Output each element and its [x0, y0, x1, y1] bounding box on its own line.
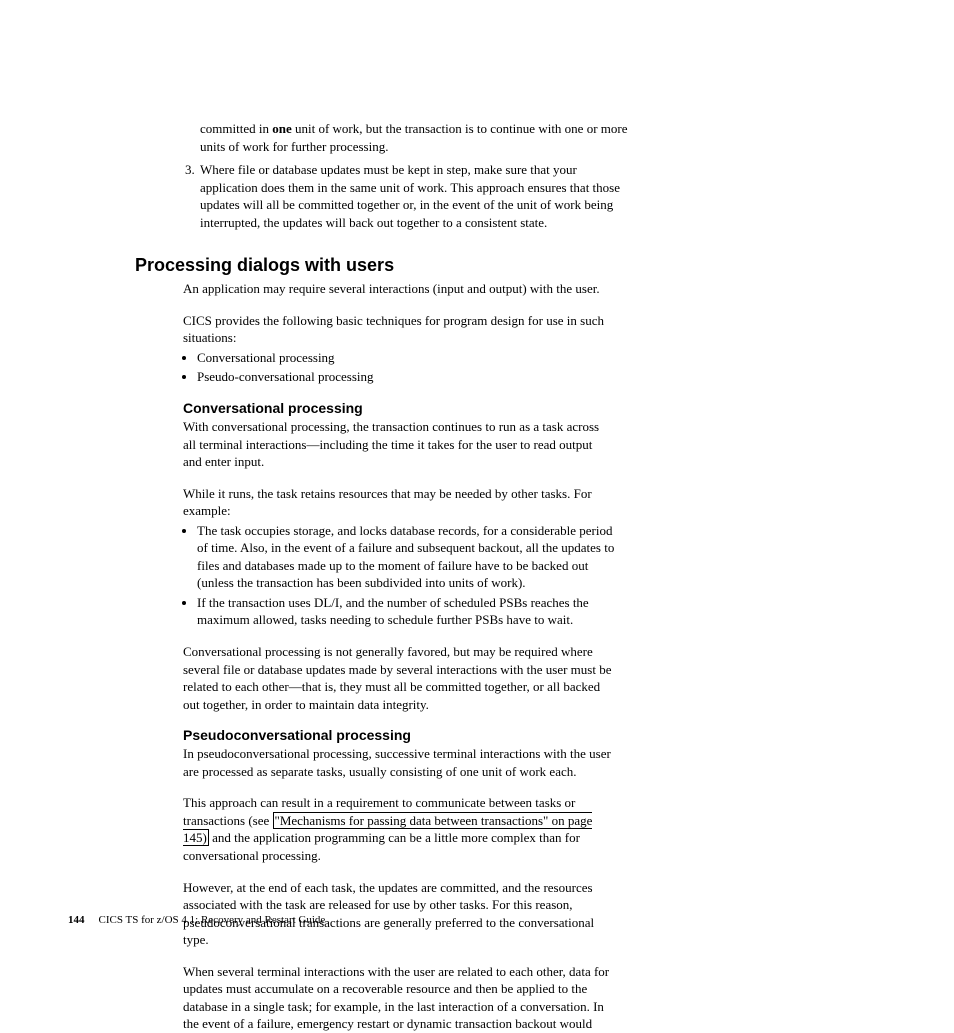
- document-page: committed in one unit of work, but the t…: [0, 0, 954, 954]
- subheading-conversational: Conversational processing: [183, 400, 814, 416]
- bold-text: one: [272, 121, 292, 136]
- list-item: The task occupies storage, and locks dat…: [197, 522, 617, 592]
- list-item: Conversational processing: [197, 349, 617, 367]
- paragraph: While it runs, the task retains resource…: [183, 485, 613, 520]
- page-number: 144: [68, 914, 85, 926]
- paragraph: With conversational processing, the tran…: [183, 418, 613, 471]
- item-number: 3.: [185, 161, 200, 231]
- subheading-pseudoconversational: Pseudoconversational processing: [183, 727, 814, 743]
- text-fragment: committed in: [200, 121, 272, 136]
- continuation-paragraph: committed in one unit of work, but the t…: [200, 120, 630, 155]
- list-item: If the transaction uses DL/I, and the nu…: [197, 594, 617, 629]
- paragraph: This approach can result in a requiremen…: [183, 794, 613, 864]
- technique-list: Conversational processing Pseudo-convers…: [183, 349, 617, 386]
- list-item: Pseudo-conversational processing: [197, 368, 617, 386]
- footer-title: CICS TS for z/OS 4.1: Recovery and Resta…: [99, 914, 326, 926]
- paragraph: Conversational processing is not general…: [183, 643, 613, 713]
- text-fragment: and the application programming can be a…: [183, 830, 580, 863]
- item-text: Where file or database updates must be k…: [200, 161, 630, 231]
- paragraph: When several terminal interactions with …: [183, 963, 613, 1033]
- paragraph: In pseudoconversational processing, succ…: [183, 745, 613, 780]
- paragraph: CICS provides the following basic techni…: [183, 312, 613, 347]
- example-list: The task occupies storage, and locks dat…: [183, 522, 617, 629]
- heading-processing-dialogs: Processing dialogs with users: [135, 255, 814, 276]
- numbered-item-3: 3. Where file or database updates must b…: [185, 161, 630, 231]
- page-footer: 144 CICS TS for z/OS 4.1: Recovery and Re…: [68, 914, 325, 926]
- paragraph: An application may require several inter…: [183, 280, 613, 298]
